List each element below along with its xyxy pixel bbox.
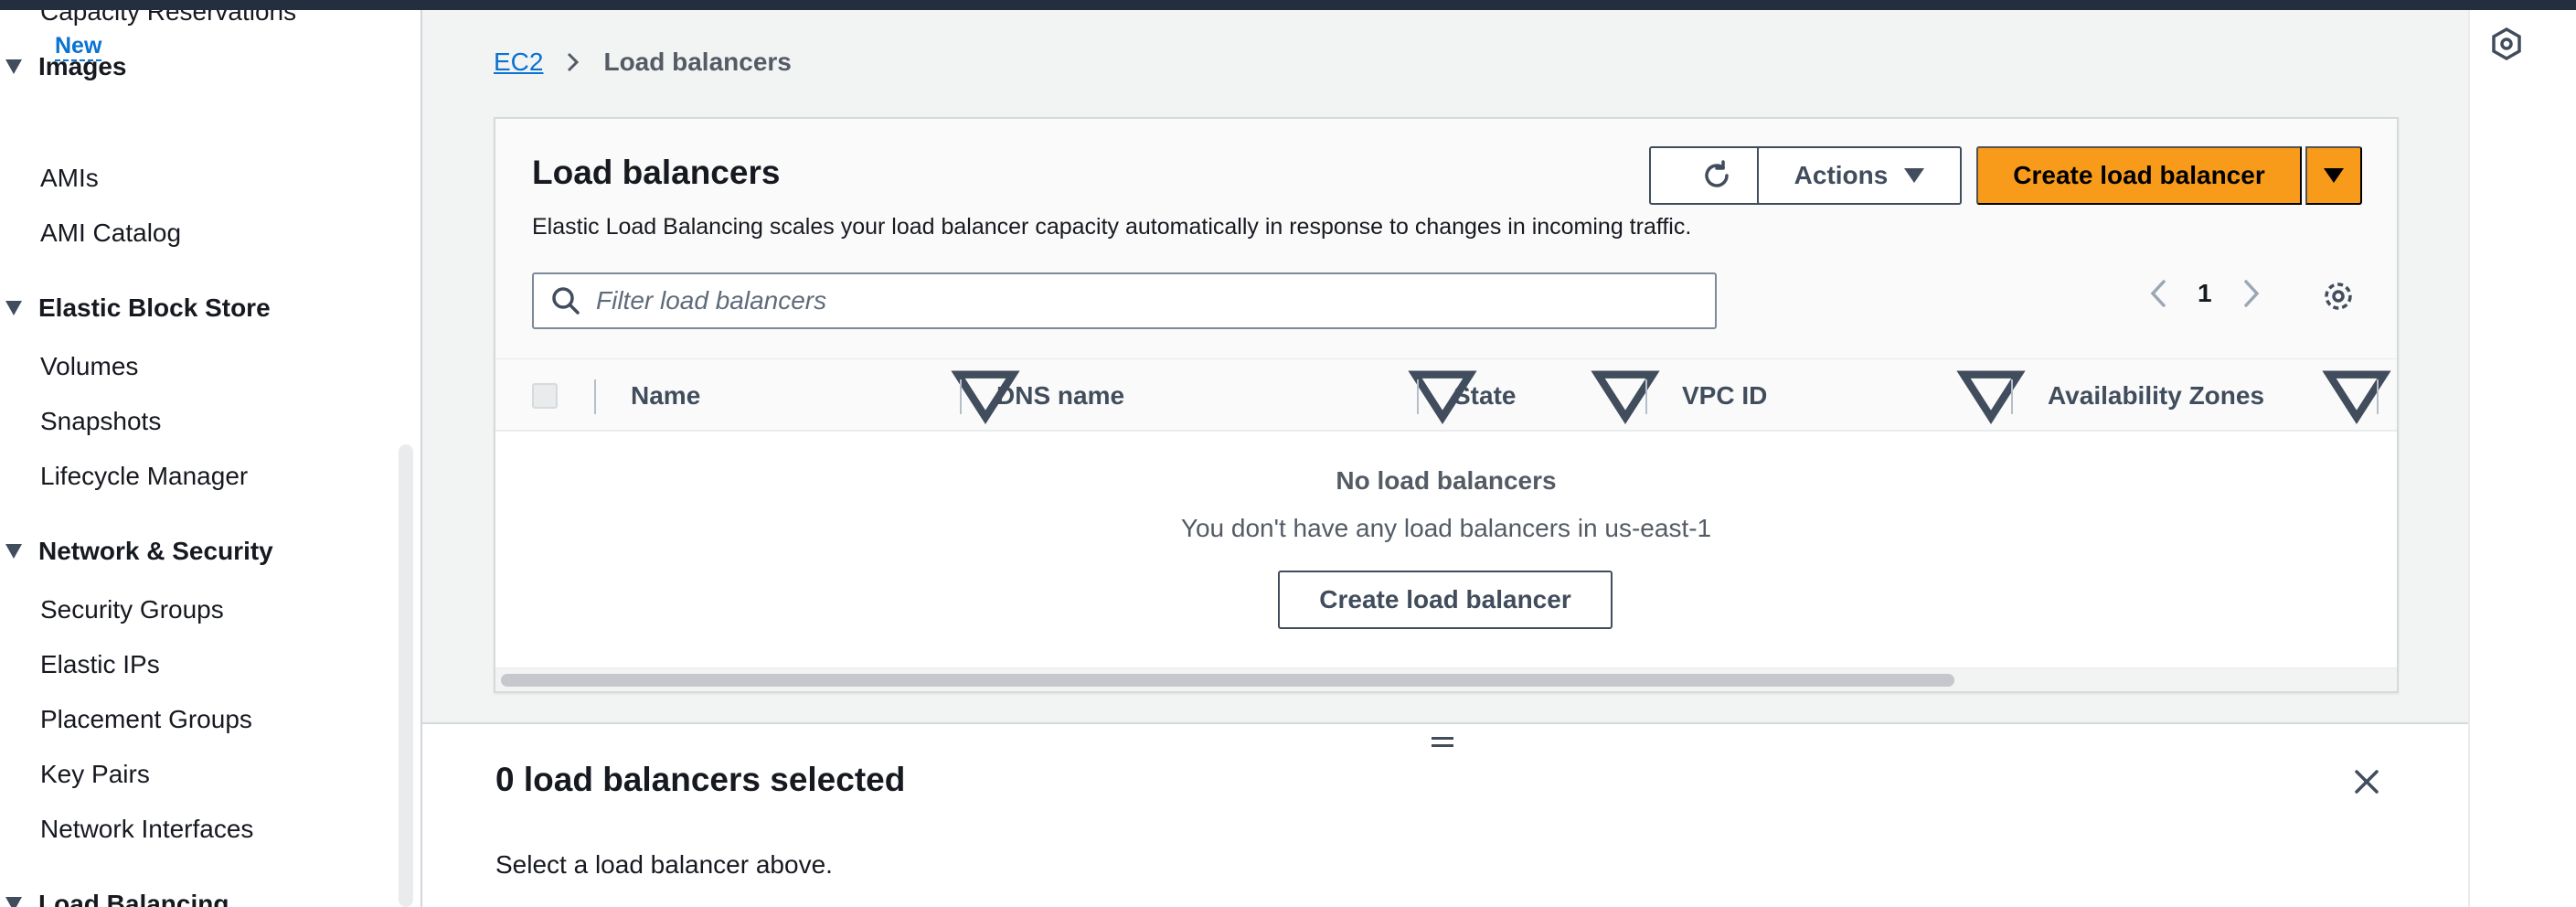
column-header-name[interactable]: Name	[631, 359, 996, 432]
sidebar-item-placement-groups[interactable]: Placement Groups	[40, 701, 252, 738]
split-panel: 0 load balancers selected Select a load …	[422, 722, 2468, 907]
refresh-icon	[1705, 160, 1729, 187]
sidebar-section-elastic-block-store[interactable]: Elastic Block Store	[0, 290, 271, 326]
column-header-label: VPC ID	[1682, 381, 1768, 410]
chevron-right-icon	[568, 52, 580, 72]
sidebar-item-snapshots[interactable]: Snapshots	[40, 403, 161, 440]
container-header: Load balancers Elastic Load Balancing sc…	[495, 119, 2397, 358]
sort-icon[interactable]	[1589, 359, 1662, 432]
empty-state-title: No load balancers	[1336, 466, 1557, 495]
horizontal-scrollbar[interactable]	[495, 667, 2397, 691]
sidebar-section-images[interactable]: Images	[0, 48, 127, 85]
sidebar-item-volumes[interactable]: Volumes	[40, 348, 138, 385]
column-separator	[960, 359, 962, 432]
chevron-left-icon[interactable]	[2146, 278, 2170, 309]
sidebar-section-label: Images	[38, 52, 127, 80]
resize-handle-icon[interactable]	[1432, 735, 1459, 753]
empty-state-subtitle: You don't have any load balancers in us-…	[1180, 514, 1712, 542]
page-description: Elastic Load Balancing scales your load …	[532, 214, 1692, 240]
pagination: 1	[2146, 278, 2263, 309]
page-number[interactable]: 1	[2198, 279, 2212, 308]
split-panel-title: 0 load balancers selected	[495, 761, 906, 798]
sidebar-item-network-interfaces[interactable]: Network Interfaces	[40, 811, 253, 848]
sidebar-scrollbar[interactable]	[399, 444, 413, 907]
sidebar-item-security-groups[interactable]: Security Groups	[40, 592, 224, 628]
column-header-label: Availability Zones	[2048, 381, 2265, 410]
actions-label: Actions	[1794, 161, 1889, 189]
caret-down-icon	[5, 544, 22, 559]
sort-icon[interactable]	[2320, 359, 2393, 432]
column-separator	[2011, 359, 2013, 432]
column-header-availability-zones[interactable]: Availability Zones	[2048, 359, 2358, 432]
column-header-label: Name	[631, 381, 701, 410]
breadcrumb-current: Load balancers	[603, 48, 792, 76]
sort-icon[interactable]	[1954, 359, 2028, 432]
column-separator	[2377, 359, 2379, 432]
column-separator	[594, 359, 596, 432]
select-all-checkbox[interactable]	[532, 383, 558, 409]
load-balancers-table-container: Load balancers Elastic Load Balancing sc…	[494, 117, 2399, 693]
sidebar-item-key-pairs[interactable]: Key Pairs	[40, 756, 150, 793]
sidebar-section-label: Load Balancing	[38, 890, 229, 907]
info-panel-icon[interactable]	[2488, 26, 2525, 62]
breadcrumb: EC2 Load balancers	[494, 48, 792, 77]
create-options-dropdown-button[interactable]	[2305, 146, 2362, 205]
sidebar-section-network-security[interactable]: Network & Security	[0, 533, 273, 570]
search-icon	[552, 287, 580, 315]
column-header-vpc-id[interactable]: VPC ID	[1682, 359, 1956, 432]
close-icon[interactable]	[2351, 766, 2382, 797]
column-header-label: State	[1453, 381, 1517, 410]
sidebar-item-lifecycle-manager[interactable]: Lifecycle Manager	[40, 458, 248, 495]
chevron-right-icon[interactable]	[2240, 278, 2263, 309]
column-separator	[1417, 359, 1419, 432]
filter-field[interactable]	[532, 272, 1717, 329]
sidebar-item-elastic-ips[interactable]: Elastic IPs	[40, 646, 160, 683]
column-header-dns-name[interactable]: DNS name	[996, 359, 1362, 432]
create-load-balancer-button[interactable]: Create load balancer	[1976, 146, 2302, 205]
sidebar-section-load-balancing[interactable]: Load Balancing	[0, 886, 229, 907]
caret-down-icon	[1904, 168, 1925, 183]
top-navigation-bar	[0, 0, 2576, 10]
caret-down-icon	[2324, 168, 2344, 183]
column-separator	[1645, 359, 1647, 432]
sidebar-section-label: Elastic Block Store	[38, 293, 271, 322]
filter-input[interactable]	[594, 285, 1691, 316]
split-panel-message: Select a load balancer above.	[495, 850, 833, 879]
sidebar-item-ami-catalog[interactable]: AMI Catalog	[40, 215, 181, 251]
caret-down-icon	[5, 301, 22, 315]
sidebar-section-label: Network & Security	[38, 537, 273, 565]
sidebar-item-amis[interactable]: AMIs	[40, 160, 99, 197]
column-header-label: DNS name	[996, 381, 1125, 410]
page-title: Load balancers	[532, 154, 781, 191]
gear-icon[interactable]	[2320, 278, 2357, 315]
caret-down-icon	[5, 897, 22, 907]
empty-create-load-balancer-button[interactable]: Create load balancer	[1278, 571, 1613, 629]
sidebar: Capacity Reservations New Images AMIs AM…	[0, 10, 395, 907]
horizontal-scrollbar-thumb[interactable]	[501, 674, 1954, 687]
actions-dropdown-button[interactable]: Actions	[1757, 146, 1962, 205]
breadcrumb-link-ec2[interactable]: EC2	[494, 48, 543, 77]
tools-rail	[2468, 10, 2576, 907]
sidebar-item-capacity-reservations[interactable]: Capacity Reservations	[40, 10, 296, 27]
caret-down-icon	[5, 59, 22, 74]
table-header: Name DNS name State VPC ID Availability …	[495, 358, 2397, 432]
